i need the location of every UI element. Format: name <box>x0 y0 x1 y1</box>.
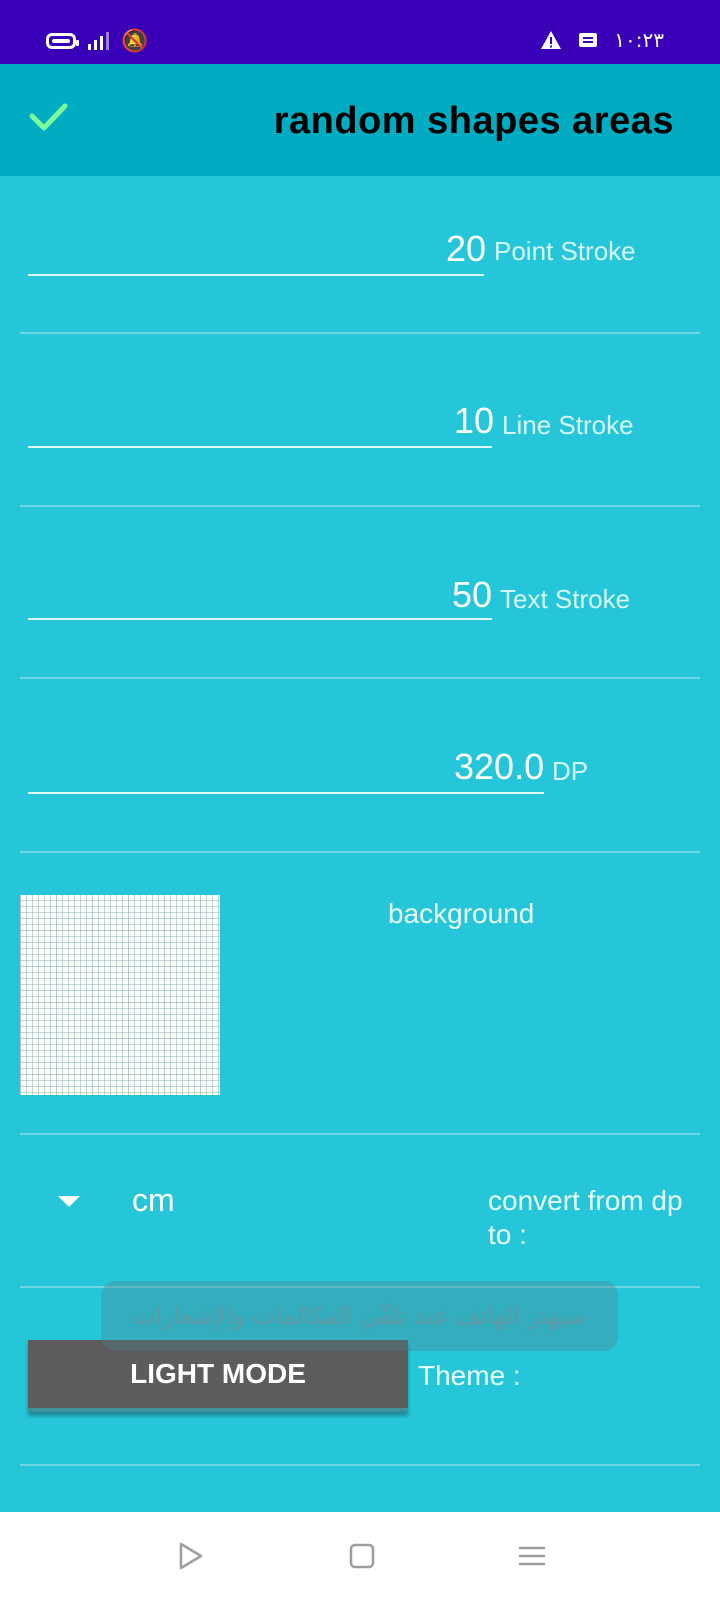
status-right-icons: ١٠:٢٣ <box>540 28 664 52</box>
chevron-down-icon[interactable] <box>58 1196 80 1207</box>
line-stroke-label: Line Stroke <box>502 410 634 440</box>
home-icon[interactable] <box>346 1540 378 1572</box>
warning-icon <box>540 30 562 50</box>
line-stroke-underline <box>28 446 492 448</box>
status-bar: 🔕 ١٠:٢٣ <box>0 0 720 64</box>
status-time: ١٠:٢٣ <box>614 28 664 52</box>
mute-icon: 🔕 <box>121 28 149 53</box>
point-stroke-label: Point Stroke <box>494 236 636 266</box>
point-stroke-input[interactable]: 20 <box>446 228 486 270</box>
unit-select[interactable]: cm <box>132 1182 175 1219</box>
battery-icon <box>46 33 79 49</box>
check-icon[interactable] <box>28 102 68 132</box>
theme-label: Theme : <box>418 1360 521 1391</box>
signal-icon <box>88 32 109 50</box>
divider <box>20 1133 700 1135</box>
divider <box>20 851 700 853</box>
text-stroke-label: Text Stroke <box>500 584 631 614</box>
navigation-bar <box>0 1512 720 1600</box>
dp-input[interactable]: 320.0 <box>454 746 544 788</box>
divider <box>20 677 700 679</box>
line-stroke-input[interactable]: 10 <box>454 400 494 442</box>
back-icon[interactable] <box>174 1540 206 1572</box>
message-icon <box>578 31 598 49</box>
background-preview[interactable] <box>20 895 220 1095</box>
divider <box>20 505 700 507</box>
point-stroke-underline <box>28 274 484 276</box>
toast-message: سيهتز الهاتف عند تلقّي المكالمات والإشعا… <box>101 1281 618 1351</box>
convert-label: convert from dp to : <box>488 1185 683 1250</box>
page-title: random shapes areas <box>273 100 674 142</box>
background-label: background <box>388 898 535 929</box>
dp-underline <box>28 792 544 794</box>
status-left-icons: 🔕 <box>46 30 148 52</box>
text-stroke-input[interactable]: 50 <box>452 574 492 616</box>
text-stroke-underline <box>28 618 492 620</box>
dp-label: DP <box>552 756 589 786</box>
divider <box>20 332 700 334</box>
divider <box>20 1464 700 1466</box>
menu-icon[interactable] <box>516 1540 548 1572</box>
